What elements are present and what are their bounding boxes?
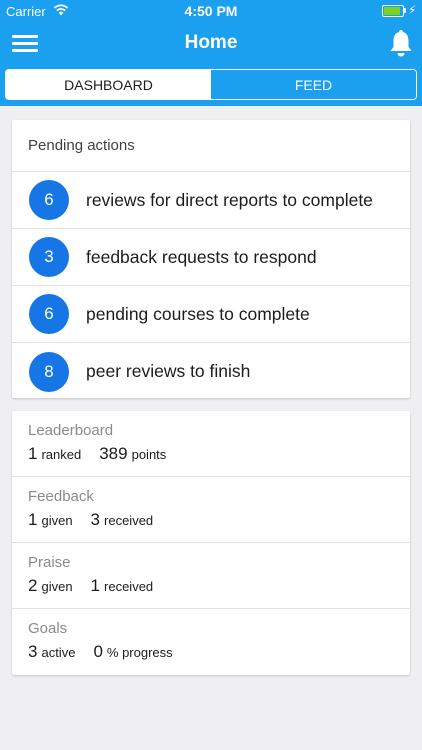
segmented-control: DASHBOARD FEED (5, 69, 417, 100)
pending-action-label: pending courses to complete (86, 303, 310, 324)
stat-title: Goals (28, 620, 68, 637)
stat-unit: received (104, 579, 154, 594)
stat-unit: ranked (41, 447, 82, 462)
tab-bar: DASHBOARD FEED (0, 64, 422, 106)
stat-value: 1 (28, 510, 38, 529)
page-title: Home (184, 32, 238, 53)
stat-title: Praise (28, 554, 71, 571)
pending-action-item[interactable]: 6 pending courses to complete (12, 286, 410, 343)
stat-value: 2 (28, 576, 38, 595)
stat-value: 3 (28, 642, 38, 661)
stat-value: 0 (93, 642, 103, 661)
bell-icon[interactable] (388, 28, 414, 58)
count-badge: 8 (29, 351, 69, 392)
stat-unit: given (41, 513, 73, 528)
stat-unit: given (41, 579, 73, 594)
tab-dashboard[interactable]: DASHBOARD (6, 70, 211, 99)
battery-icon: ⚡ (382, 3, 416, 17)
pending-action-item[interactable]: 6 reviews for direct reports to complete (12, 172, 410, 229)
stat-value: 3 (90, 510, 101, 529)
navigation-bar: Home (0, 22, 422, 64)
stat-unit: % progress (106, 645, 173, 660)
stat-unit: points (131, 447, 167, 462)
count-badge: 3 (29, 237, 69, 277)
pending-action-item[interactable]: 3 feedback requests to respond (12, 229, 410, 286)
stat-value: 1 (90, 576, 101, 595)
stat-value: 389 (99, 444, 128, 463)
stat-unit: active (41, 645, 76, 660)
count-badge: 6 (29, 294, 69, 334)
stat-title: Leaderboard (28, 422, 114, 439)
stats-card: Leaderboard 1 ranked 389 points Feedback 1g… (12, 411, 410, 675)
stat-title: Feedback (28, 488, 94, 505)
pending-action-label: feedback requests to respond (86, 246, 317, 267)
leaderboard-block[interactable]: Leaderboard 1 ranked 389 points (12, 411, 410, 477)
praise-block[interactable]: Praise 2 given 1 received (12, 543, 410, 609)
stat-unit: received (104, 513, 154, 528)
pending-action-item[interactable]: 8 peer reviews to finish (12, 343, 410, 400)
stat-value: 1 (28, 444, 38, 463)
goals-block[interactable]: Goals 3 active 0% progress (12, 609, 410, 675)
pending-action-label: reviews for direct reports to complete (86, 189, 373, 210)
pending-actions-card: Pending actions 6 reviews for direct rep… (12, 120, 410, 398)
pending-actions-title: Pending actions (12, 120, 410, 172)
feedback-block[interactable]: Feedback 1 given 3 received (12, 477, 410, 543)
battery-level-fill (384, 7, 401, 15)
status-bar: Carrier 4:50 PM ⚡ (0, 0, 422, 22)
clock: 4:50 PM (184, 3, 238, 19)
tab-feed[interactable]: FEED (211, 70, 416, 99)
count-badge: 6 (29, 180, 69, 220)
pending-action-label: peer reviews to finish (86, 361, 251, 381)
